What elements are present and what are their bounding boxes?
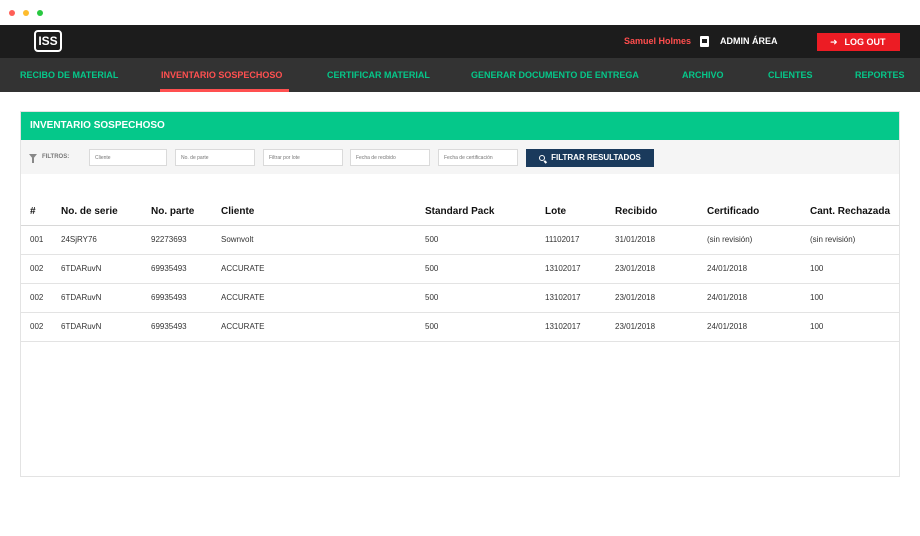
table-cell: 002 (21, 283, 61, 313)
inventory-table: # No. de serie No. parte Cliente Standar… (21, 198, 899, 342)
close-window-button[interactable] (9, 10, 15, 16)
column-header[interactable]: Recibido (615, 198, 707, 226)
table-cell: 69935493 (151, 283, 221, 313)
nav-archivo[interactable]: ARCHIVO (682, 58, 724, 92)
table-cell: 002 (21, 254, 61, 284)
table-cell: 13102017 (545, 312, 615, 342)
column-header[interactable]: Cant. Rechazada (810, 198, 899, 226)
logout-icon: ➜ (830, 37, 838, 47)
table-cell: 6TDARuvN (61, 283, 151, 313)
table-cell: 31/01/2018 (615, 225, 707, 255)
nav-recibo-de-material[interactable]: RECIBO DE MATERIAL (20, 58, 118, 92)
table-cell: (sin revisión) (707, 225, 810, 255)
table-cell: 24/01/2018 (707, 283, 810, 313)
table-cell: Sownvolt (221, 225, 425, 255)
user-name[interactable]: Samuel Holmes (624, 25, 691, 58)
table-cell: 23/01/2018 (615, 254, 707, 284)
table-cell: 500 (425, 225, 545, 255)
table-cell: 24/01/2018 (707, 312, 810, 342)
column-header[interactable]: Lote (545, 198, 615, 226)
table-cell: 23/01/2018 (615, 283, 707, 313)
cliente-filter-input[interactable] (89, 149, 167, 166)
table-cell: (sin revisión) (810, 225, 899, 255)
column-header[interactable]: Certificado (707, 198, 810, 226)
nav-inventario-sospechoso[interactable]: INVENTARIO SOSPECHOSO (161, 58, 282, 92)
nav-reportes[interactable]: REPORTES (855, 58, 905, 92)
filters-label: FILTROS: (42, 154, 70, 160)
table-row[interactable]: 002 6TDARuvN 69935493 ACCURATE 500 13102… (21, 254, 899, 284)
iss-logo[interactable]: ISS (34, 30, 62, 52)
table-cell: 500 (425, 283, 545, 313)
id-badge-icon (700, 36, 709, 47)
column-header[interactable]: No. parte (151, 198, 221, 226)
minimize-window-button[interactable] (23, 10, 29, 16)
certification-date-filter-input[interactable] (438, 149, 518, 166)
filter-results-button[interactable]: FILTRAR RESULTADOS (526, 149, 654, 167)
table-cell: ACCURATE (221, 254, 425, 284)
inventory-panel: INVENTARIO SOSPECHOSO FILTROS: FILTRAR R… (20, 111, 900, 477)
column-header[interactable]: Standard Pack (425, 198, 545, 226)
table-row[interactable]: 001 24SjRY76 92273693 Sownvolt 500 11102… (21, 225, 899, 255)
maximize-window-button[interactable] (37, 10, 43, 16)
nav-clientes[interactable]: CLIENTES (768, 58, 813, 92)
logout-label: LOG OUT (844, 37, 886, 47)
table-cell: 6TDARuvN (61, 254, 151, 284)
table-cell: 100 (810, 283, 899, 313)
filter-bar: FILTROS: FILTRAR RESULTADOS (21, 140, 899, 174)
table-cell: 100 (810, 254, 899, 284)
nav-generar-documento-de-entrega[interactable]: GENERAR DOCUMENTO DE ENTREGA (471, 58, 639, 92)
filter-icon (29, 154, 37, 163)
logout-button[interactable]: ➜ LOG OUT (817, 33, 900, 51)
top-header: ISS Samuel Holmes ADMIN ÁREA ➜ LOG OUT (0, 25, 920, 58)
column-header[interactable]: Cliente (221, 198, 425, 226)
part-number-filter-input[interactable] (175, 149, 255, 166)
table-cell: 13102017 (545, 283, 615, 313)
table-row[interactable]: 002 6TDARuvN 69935493 ACCURATE 500 13102… (21, 312, 899, 342)
search-icon (539, 155, 546, 161)
table-cell: ACCURATE (221, 283, 425, 313)
table-cell: 002 (21, 312, 61, 342)
table-cell: 100 (810, 312, 899, 342)
table-cell: 92273693 (151, 225, 221, 255)
table-cell: 23/01/2018 (615, 312, 707, 342)
main-nav: RECIBO DE MATERIAL INVENTARIO SOSPECHOSO… (0, 58, 920, 92)
table-cell: 69935493 (151, 254, 221, 284)
active-tab-indicator (160, 89, 289, 92)
table-cell: 500 (425, 254, 545, 284)
table-row[interactable]: 002 6TDARuvN 69935493 ACCURATE 500 13102… (21, 283, 899, 313)
panel-title: INVENTARIO SOSPECHOSO (21, 112, 899, 140)
table-cell: 13102017 (545, 254, 615, 284)
table-cell: 001 (21, 225, 61, 255)
table-cell: ACCURATE (221, 312, 425, 342)
window-titlebar (0, 0, 920, 25)
table-cell: 69935493 (151, 312, 221, 342)
received-date-filter-input[interactable] (350, 149, 430, 166)
table-header-row: # No. de serie No. parte Cliente Standar… (21, 198, 899, 226)
column-header[interactable]: No. de serie (61, 198, 151, 226)
table-cell: 500 (425, 312, 545, 342)
admin-area-link[interactable]: ADMIN ÁREA (720, 25, 778, 58)
table-cell: 24/01/2018 (707, 254, 810, 284)
table-cell: 11102017 (545, 225, 615, 255)
table-cell: 6TDARuvN (61, 312, 151, 342)
filter-results-label: FILTRAR RESULTADOS (551, 153, 641, 162)
table-cell: 24SjRY76 (61, 225, 151, 255)
nav-certificar-material[interactable]: CERTIFICAR MATERIAL (327, 58, 430, 92)
lote-filter-input[interactable] (263, 149, 343, 166)
column-header[interactable]: # (21, 198, 61, 226)
